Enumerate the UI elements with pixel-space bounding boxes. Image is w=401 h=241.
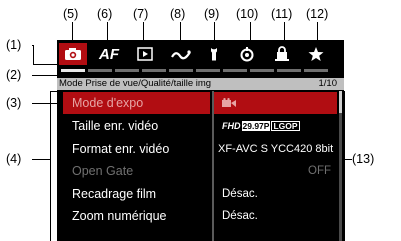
page-indicator-active (61, 69, 85, 72)
callout-8: (8) (170, 7, 186, 21)
leader-bracket (50, 91, 57, 92)
column-divider (212, 91, 214, 241)
callout-3: (3) (6, 96, 22, 110)
page-indicator (277, 69, 301, 72)
menu-item-open-gate[interactable]: Open Gate OFF (57, 160, 344, 182)
tab-custom-functions[interactable] (233, 43, 261, 65)
menu-item-movie-size[interactable]: Taille enr. vidéo FHD 29.97P LGOP (57, 115, 344, 137)
tab-setup[interactable] (200, 43, 228, 65)
tab-shooting[interactable] (59, 43, 87, 65)
menu-item-label: Format enr. vidéo (72, 142, 170, 156)
callout-6: (6) (97, 7, 113, 21)
wireless-icon (171, 50, 191, 60)
menu-item-digital-zoom[interactable]: Zoom numérique Désac. (57, 205, 344, 227)
leader-line (33, 45, 34, 65)
frame-rate-badge: 29.97P (241, 121, 271, 131)
callout-5: (5) (63, 7, 79, 21)
playback-icon (137, 47, 153, 61)
page-indicator (88, 69, 112, 72)
menu-item-label: Zoom numérique (72, 209, 167, 223)
page-indicator (115, 69, 139, 72)
tab-favorites[interactable] (302, 43, 330, 65)
scrollbar[interactable] (339, 91, 342, 241)
menu-item-recording-format[interactable]: Format enr. vidéo XF-AVC S YCC420 8bit (57, 138, 344, 160)
camera-menu-screen: AF Mode Prise de vue/Qualité/taille img … (57, 40, 344, 241)
leader-bracket (344, 91, 345, 241)
callout-10: (10) (236, 7, 259, 21)
callout-12: (12) (306, 7, 329, 21)
scrollbar-thumb[interactable] (339, 91, 342, 113)
leader-line (32, 103, 57, 104)
leader-line (32, 75, 57, 76)
menu-item-label: Recadrage film (72, 187, 157, 201)
callout-11: (11) (271, 7, 293, 21)
menu-item-value: XF-AVC S YCC420 8bit (218, 143, 334, 155)
menu-item-value: OFF (308, 165, 331, 177)
movie-mode-icon (222, 97, 236, 107)
menu-page-title: Mode Prise de vue/Qualité/taille img (59, 78, 212, 89)
menu-title-bar: Mode Prise de vue/Qualité/taille img 1/1… (57, 78, 344, 90)
menu-item-label: Open Gate (72, 164, 134, 178)
callout-9: (9) (204, 7, 220, 21)
menu-item-label: Mode d'expo (63, 92, 210, 114)
leader-bracket (50, 91, 51, 241)
menu-item-label: Taille enr. vidéo (72, 119, 159, 133)
my-menu-icon (275, 46, 289, 61)
menu-item-value: Désac. (222, 210, 258, 222)
tab-af[interactable]: AF (95, 43, 123, 65)
custom-function-icon (240, 47, 254, 62)
menu-item-movie-crop[interactable]: Recadrage film Désac. (57, 183, 344, 205)
page-indicator (304, 69, 328, 72)
tab-my-menu[interactable] (268, 43, 296, 65)
menu-page-number: 1/10 (318, 78, 338, 89)
fhd-icon: FHD (222, 121, 241, 131)
wrench-icon (211, 48, 217, 61)
page-indicator (169, 69, 193, 72)
menu-item-value (214, 92, 337, 114)
leader-bracket (32, 159, 50, 160)
menu-item-value: Désac. (222, 188, 258, 200)
leader-line (33, 64, 57, 65)
callout-4: (4) (6, 152, 22, 166)
star-icon (308, 47, 324, 61)
af-icon: AF (99, 45, 119, 63)
callout-7: (7) (133, 7, 149, 21)
page-indicator (196, 69, 220, 72)
callout-2: (2) (6, 68, 22, 82)
page-indicator (223, 69, 247, 72)
menu-item-value: FHD 29.97P LGOP (214, 115, 337, 137)
page-indicator (250, 69, 274, 72)
menu-item-exposure-mode[interactable]: Mode d'expo (57, 92, 344, 114)
callout-13: (13) (352, 152, 375, 166)
tab-wireless[interactable] (167, 43, 195, 65)
callout-1: (1) (6, 38, 22, 52)
compression-badge: LGOP (271, 121, 300, 131)
leader-bracket (344, 159, 352, 160)
tab-playback[interactable] (131, 43, 159, 65)
page-indicator (142, 69, 166, 72)
camera-icon (65, 48, 81, 60)
